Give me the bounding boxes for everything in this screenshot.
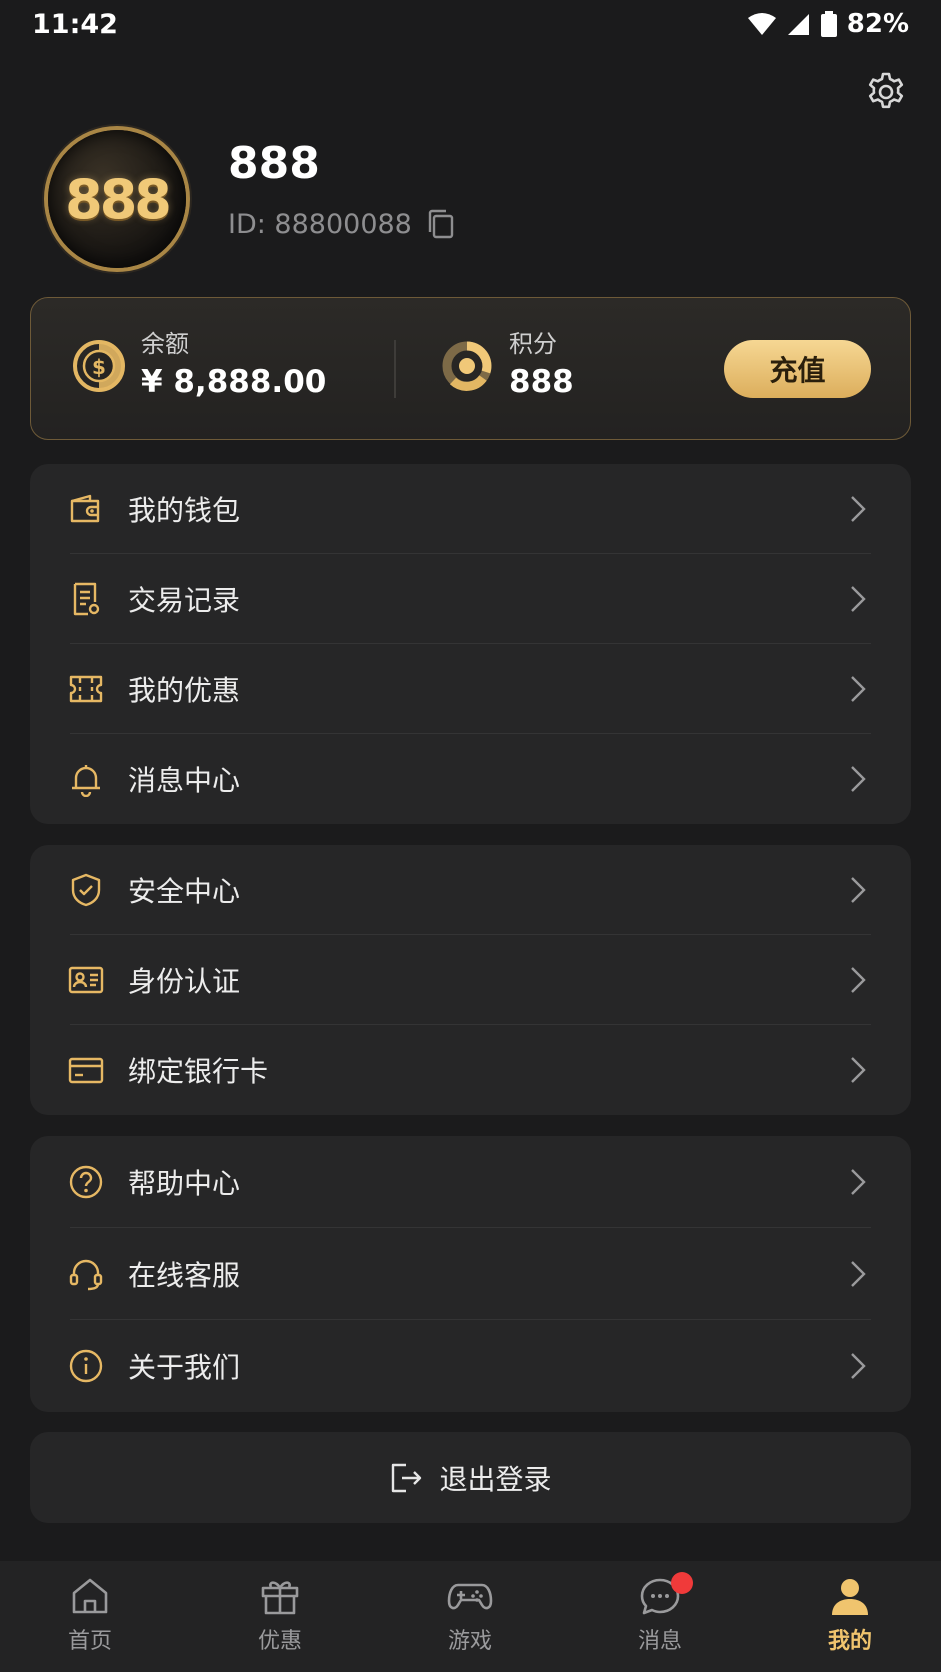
user-icon (832, 1579, 868, 1615)
bank-card-icon (68, 1057, 104, 1084)
home-icon (72, 1578, 108, 1614)
bell-icon (72, 765, 100, 797)
nav-tab-messages[interactable]: 消息 (600, 1561, 720, 1672)
recharge-button[interactable]: 充值 (724, 340, 871, 398)
nav-tab-home[interactable]: 首页 (30, 1561, 150, 1672)
menu-group-account: 我的钱包 交易记录 我的优惠 消息中心 (30, 464, 911, 824)
menu-group-support: 帮助中心 在线客服 关于我们 (30, 1136, 911, 1412)
wifi-icon (747, 13, 776, 35)
copy-icon[interactable] (426, 208, 456, 240)
settings-gear-icon[interactable] (864, 70, 908, 114)
balance-label: 余额 (141, 330, 189, 358)
menu-item-transactions[interactable]: 交易记录 (30, 554, 911, 644)
nav-label: 我的 (827, 1629, 872, 1654)
chevron-right-icon (851, 1057, 866, 1083)
nav-label: 消息 (637, 1629, 682, 1654)
points-chart-icon (442, 341, 492, 391)
menu-label: 交易记录 (128, 584, 241, 617)
chevron-right-icon (851, 586, 866, 612)
ticket-icon (69, 675, 103, 703)
battery-percent: 82% (846, 9, 909, 39)
menu-item-customer-service[interactable]: 在线客服 (30, 1228, 911, 1320)
menu-item-identity[interactable]: 身份认证 (30, 935, 911, 1025)
balance-block[interactable]: $ 余额 ¥ 8,888.00 (71, 328, 326, 404)
user-id: ID: 88800088 (228, 208, 412, 240)
nav-tab-games[interactable]: 游戏 (410, 1561, 530, 1672)
menu-label: 身份认证 (128, 965, 241, 998)
chevron-right-icon (851, 967, 866, 993)
status-icons: 82% (747, 9, 909, 39)
points-block[interactable]: 积分 888 (439, 328, 574, 404)
chevron-right-icon (851, 676, 866, 702)
menu-label: 帮助中心 (128, 1167, 241, 1200)
cell-signal-icon (787, 14, 809, 35)
logout-button[interactable]: 退出登录 (30, 1432, 911, 1523)
status-time: 11:42 (32, 9, 118, 40)
logout-icon (392, 1463, 422, 1492)
avatar[interactable]: 888 (48, 130, 186, 268)
headset-icon (69, 1259, 103, 1291)
nav-label: 首页 (67, 1629, 112, 1654)
help-icon (69, 1165, 103, 1199)
avatar-logo-text: 888 (65, 167, 172, 231)
coin-dollar-icon: $ (73, 340, 125, 392)
chevron-right-icon (851, 766, 866, 792)
balance-value: ¥ 8,888.00 (141, 364, 327, 400)
nav-label: 游戏 (447, 1629, 492, 1654)
menu-item-about[interactable]: 关于我们 (30, 1320, 911, 1412)
gamepad-icon (447, 1583, 493, 1610)
menu-item-promotions[interactable]: 我的优惠 (30, 644, 911, 734)
menu-label: 安全中心 (128, 875, 241, 908)
chevron-right-icon (851, 496, 866, 522)
menu-item-help[interactable]: 帮助中心 (30, 1136, 911, 1228)
menu-item-messages[interactable]: 消息中心 (30, 734, 911, 824)
unread-badge-dot (671, 1572, 693, 1594)
battery-icon (820, 11, 837, 37)
menu-item-security-center[interactable]: 安全中心 (30, 845, 911, 935)
shield-check-icon (71, 873, 101, 907)
chevron-right-icon (851, 1353, 866, 1379)
svg-text:$: $ (92, 355, 106, 379)
points-label: 积分 (509, 330, 557, 358)
menu-item-bank-card[interactable]: 绑定银行卡 (30, 1025, 911, 1115)
id-card-icon (68, 966, 104, 994)
username: 888 (228, 138, 320, 189)
nav-tab-promotions[interactable]: 优惠 (220, 1561, 340, 1672)
menu-label: 我的优惠 (128, 674, 241, 707)
menu-label: 消息中心 (128, 764, 241, 797)
menu-label: 我的钱包 (128, 494, 241, 527)
wallet-icon (70, 494, 100, 523)
nav-tab-me[interactable]: 我的 (790, 1561, 910, 1672)
menu-label: 在线客服 (128, 1259, 241, 1292)
menu-item-wallet[interactable]: 我的钱包 (30, 464, 911, 554)
logout-label: 退出登录 (439, 1462, 552, 1496)
points-value: 888 (509, 364, 574, 400)
info-icon (69, 1349, 103, 1383)
gift-icon (261, 1581, 299, 1615)
menu-group-security: 安全中心 身份认证 绑定银行卡 (30, 845, 911, 1115)
chevron-right-icon (851, 877, 866, 903)
balance-card: $ 余额 ¥ 8,888.00 积分 888 充值 (30, 297, 911, 440)
menu-label: 关于我们 (128, 1351, 241, 1384)
nav-label: 优惠 (257, 1629, 302, 1654)
bottom-nav: 首页 优惠 游戏 消息 我的 (0, 1561, 941, 1672)
chevron-right-icon (851, 1169, 866, 1195)
chevron-right-icon (851, 1261, 866, 1287)
user-id-row: ID: 88800088 (228, 208, 456, 240)
status-bar: 11:42 82% (0, 0, 941, 50)
profile-screen: 11:42 82% 888 888 ID: 88800088 $ 余额 ¥ 8,… (0, 0, 941, 1672)
menu-label: 绑定银行卡 (128, 1055, 269, 1088)
card-divider (394, 340, 396, 398)
receipt-icon (73, 582, 100, 616)
